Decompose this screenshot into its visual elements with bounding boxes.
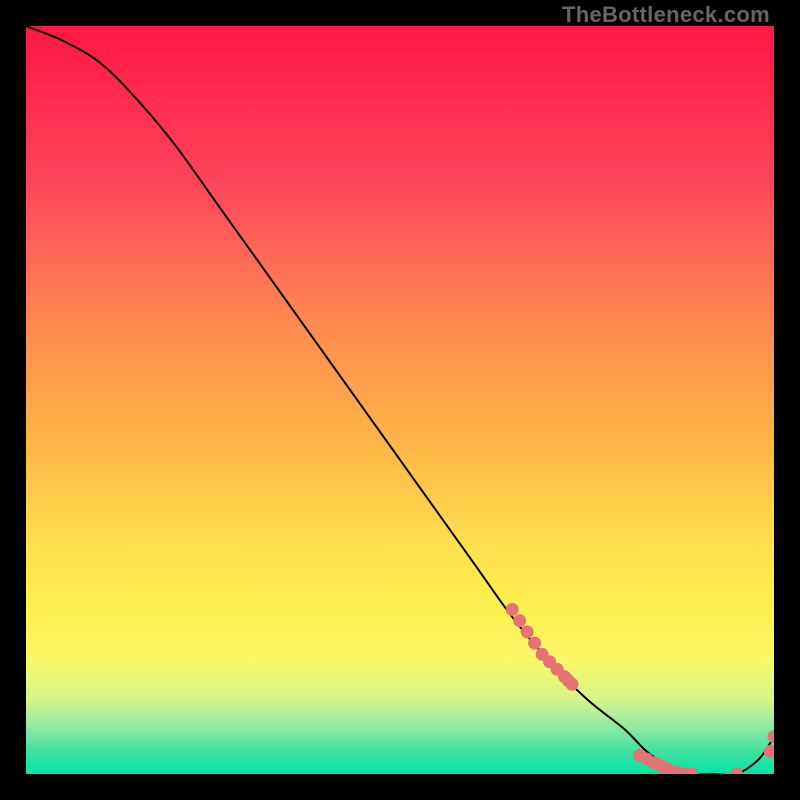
plot-area [26,26,774,774]
data-point [764,745,774,758]
chart-frame: TheBottleneck.com [0,0,800,800]
watermark-label: TheBottleneck.com [562,2,770,28]
data-point [768,730,775,743]
watermark-text: TheBottleneck.com [562,2,770,27]
data-point [521,625,534,638]
highlighted-points-group [506,603,774,774]
data-point [566,678,579,691]
chart-svg [26,26,774,774]
data-point [506,603,519,616]
data-point [730,768,743,775]
data-point [528,637,541,650]
bottleneck-curve-line [26,26,774,774]
data-point [513,614,526,627]
